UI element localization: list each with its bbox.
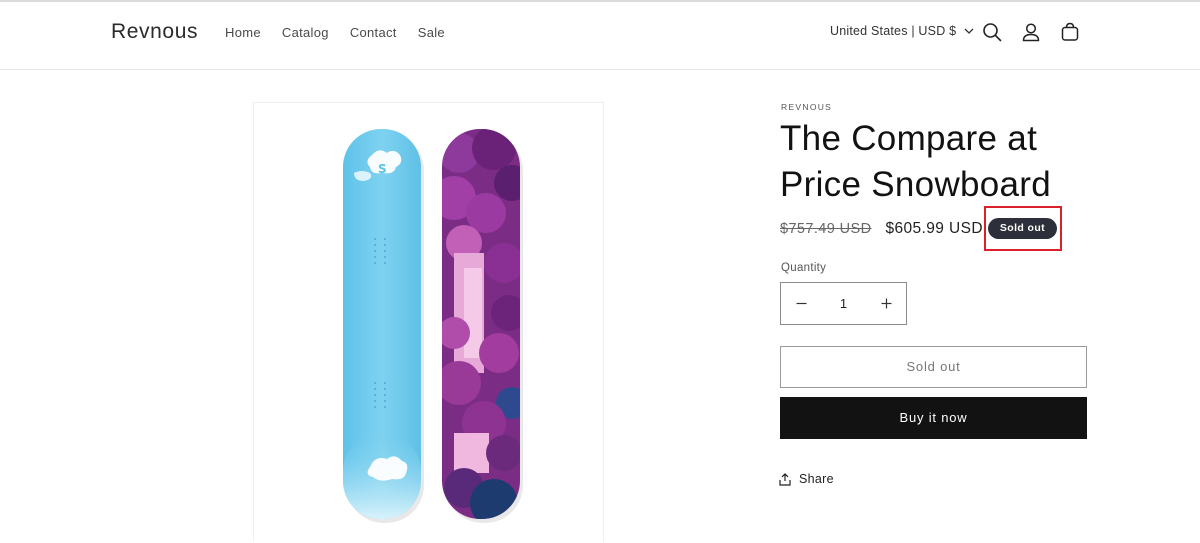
share-button[interactable]: Share (779, 472, 834, 486)
main-nav: Home Catalog Contact Sale (225, 25, 445, 40)
compare-at-price: $757.49 USD (780, 221, 872, 237)
price-row: $757.49 USD $605.99 USD (780, 220, 983, 238)
decrease-quantity-button[interactable] (781, 283, 821, 324)
sold-out-button[interactable]: Sold out (780, 346, 1087, 388)
product-title: The Compare at Price Snowboard (780, 119, 1052, 204)
increase-quantity-button[interactable] (866, 283, 906, 324)
snowboards-image: S (343, 129, 523, 523)
nav-home[interactable]: Home (225, 25, 261, 40)
minus-icon (796, 302, 806, 305)
search-icon[interactable] (981, 21, 1003, 43)
chevron-down-icon (964, 28, 974, 34)
quantity-stepper (780, 282, 907, 325)
cart-icon[interactable] (1059, 21, 1081, 43)
sale-price: $605.99 USD (885, 220, 983, 237)
quantity-label: Quantity (781, 262, 827, 274)
sold-out-badge: Sold out (988, 218, 1057, 239)
product-vendor: REVNOUS (781, 102, 833, 112)
quantity-input[interactable] (823, 296, 864, 311)
plus-icon (881, 298, 891, 309)
site-header: Revnous Home Catalog Contact Sale United… (0, 2, 1200, 70)
buy-it-now-button[interactable]: Buy it now (780, 397, 1087, 439)
country-currency-selector[interactable]: United States | USD $ (830, 24, 974, 38)
svg-text:S: S (378, 162, 387, 176)
locale-label: United States | USD $ (830, 24, 957, 38)
share-icon (779, 472, 791, 486)
nav-contact[interactable]: Contact (350, 25, 397, 40)
share-label: Share (799, 472, 834, 486)
nav-sale[interactable]: Sale (418, 25, 445, 40)
nav-catalog[interactable]: Catalog (282, 25, 329, 40)
store-logo[interactable]: Revnous (111, 20, 198, 44)
account-icon[interactable] (1020, 21, 1042, 43)
purple-snowboard (442, 129, 520, 519)
product-image[interactable]: S (253, 102, 604, 542)
